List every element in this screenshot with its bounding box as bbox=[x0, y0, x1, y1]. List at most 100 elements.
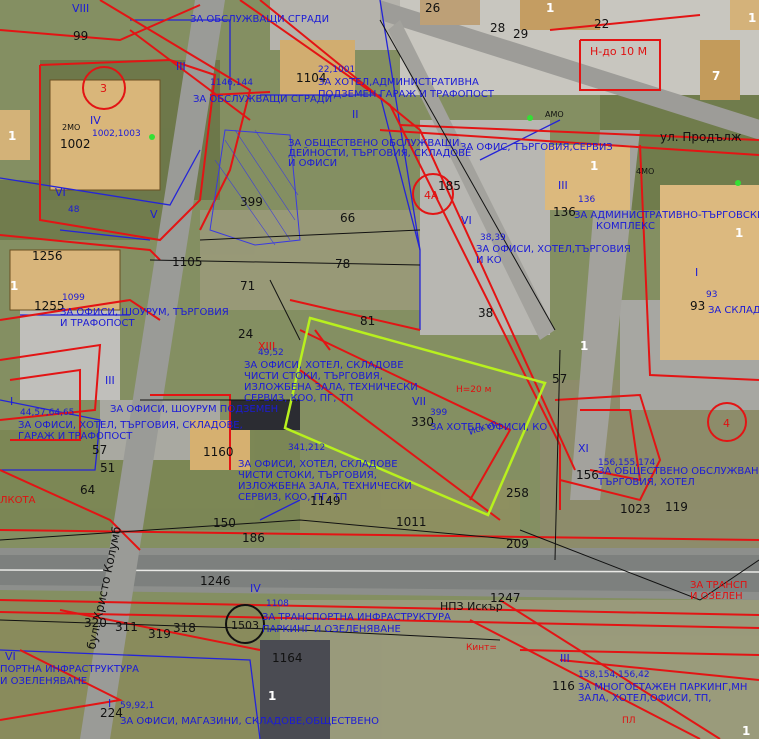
plot-number: 136 bbox=[553, 205, 576, 219]
zone-label: ПОДЗЕМЕН ГАРАЖ И ТРАФОПОСТ bbox=[318, 89, 495, 100]
small-note: 4МО bbox=[636, 167, 654, 176]
plot-number: 1 bbox=[8, 129, 16, 143]
zone-label: ТЪРГОВИЯ, ХОТЕЛ bbox=[597, 477, 695, 488]
zone-code: I bbox=[108, 697, 111, 710]
zone-code: VII bbox=[412, 395, 426, 408]
zone-label: ЗА ТРАНСПОРТНА ИНФРАСТРУКТУРА bbox=[262, 612, 451, 623]
parcel-ref: 22,1001 bbox=[318, 65, 355, 75]
small-note: ЛКОТА bbox=[0, 495, 36, 506]
zone-label: ЗА ТРАНСП bbox=[690, 580, 747, 591]
plot-number: 319 bbox=[148, 627, 171, 641]
zone-label: И ТРАФОПОСТ bbox=[60, 318, 135, 329]
plot-number: 64 bbox=[80, 483, 95, 497]
parcel-ref: 93 bbox=[706, 290, 717, 300]
cadastral-map[interactable]: 3 4А 4 1503 1002 1104 1256 1255 1105 116… bbox=[0, 0, 759, 739]
marker-1503: 1503 bbox=[231, 619, 259, 632]
plot-number: 156 bbox=[576, 468, 599, 482]
zone-label: ЧИСТИ СТОКИ, ТЪРГОВИЯ, bbox=[238, 470, 377, 481]
plot-number: 1256 bbox=[32, 249, 63, 263]
zone-label: ЗА СКЛАДОВЕ bbox=[708, 305, 759, 316]
plot-number: 38 bbox=[478, 306, 493, 320]
map-canvas: 3 4А 4 1503 1002 1104 1256 1255 1105 116… bbox=[0, 0, 759, 739]
plot-number: 1 bbox=[735, 226, 743, 240]
plot-number: 1002 bbox=[60, 137, 91, 151]
plot-number: 57 bbox=[92, 443, 107, 457]
zone-code: I bbox=[695, 266, 698, 279]
plot-number: 119 bbox=[665, 500, 688, 514]
zone-label: ЗА ОФИСИ, МАГАЗИНИ, СКЛАДОВЕ,ОБЩЕСТВЕНО bbox=[120, 716, 379, 727]
plot-number: 51 bbox=[100, 461, 115, 475]
small-note: Н=20 м bbox=[456, 385, 491, 395]
zone-code: III bbox=[558, 179, 568, 192]
zone-label: ГАРАЖ И ТРАФОПОСТ bbox=[18, 431, 133, 442]
plot-number: 209 bbox=[506, 537, 529, 551]
zone-label: ИЗЛОЖБЕНА ЗАЛА, ТЕХНИЧЕСКИ bbox=[238, 481, 412, 492]
plot-number: 66 bbox=[340, 211, 355, 225]
zone-label: ЗА ОФИСИ, ХОТЕЛ, СКЛАДОВЕ bbox=[244, 360, 404, 371]
parcel-ref: 1108 bbox=[266, 599, 289, 609]
plot-number: 186 bbox=[242, 531, 265, 545]
small-note: ПЛ bbox=[622, 716, 636, 726]
small-note: АМО bbox=[545, 110, 564, 119]
zone-label: И ОФИСИ bbox=[288, 158, 337, 169]
plot-number: 1164 bbox=[272, 651, 303, 665]
marker-3: 3 bbox=[100, 82, 107, 95]
plot-number: 1160 bbox=[203, 445, 234, 459]
plot-number: 185 bbox=[438, 179, 461, 193]
zone-code: VI bbox=[461, 214, 472, 227]
plot-number: 1 bbox=[546, 1, 554, 15]
plot-number: 1 bbox=[742, 724, 750, 738]
zone-label: ЗАЛА, ХОТЕЛ,ОФИСИ, ТП, bbox=[578, 693, 711, 704]
zone-label: ЧИСТИ СТОКИ, ТЪРГОВИЯ, bbox=[244, 371, 383, 382]
plot-number: 1246 bbox=[200, 574, 231, 588]
plot-number: 1011 bbox=[396, 515, 427, 529]
plot-number: 116 bbox=[552, 679, 575, 693]
small-note: 2МО bbox=[62, 123, 80, 132]
zone-code: XI bbox=[578, 442, 589, 455]
plot-number: 99 bbox=[73, 29, 88, 43]
zone-code: III bbox=[176, 60, 186, 73]
plot-number: 81 bbox=[360, 314, 375, 328]
zone-label: И ОЗЕЛЕНЯВАНЕ bbox=[0, 676, 87, 687]
parcel-ref: 1146,144 bbox=[210, 78, 253, 88]
plot-number: 26 bbox=[425, 1, 440, 15]
zone-label: ЗА ОФИСИ, ХОТЕЛ,ТЪРГОВИЯ bbox=[476, 244, 631, 255]
parcel-ref: 49,52 bbox=[258, 348, 284, 358]
plot-number: 71 bbox=[240, 279, 255, 293]
plot-number: 93 bbox=[690, 299, 705, 313]
parcel-ref: 341,212 bbox=[288, 443, 325, 453]
parcel-ref: 1099 bbox=[62, 293, 85, 303]
plot-number: 1 bbox=[590, 159, 598, 173]
plot-number: 1 bbox=[268, 689, 276, 703]
zone-label: ЗА ОФИСИ, ШОУРУМ ПОДЗЕМЕН bbox=[110, 404, 278, 415]
zone-label: ЗА ОБСЛУЖВАЩИ СГРАДИ bbox=[190, 14, 329, 25]
plot-number: 1 bbox=[10, 279, 18, 293]
marker-4: 4 bbox=[723, 417, 730, 430]
zone-code: VI bbox=[5, 650, 16, 663]
zone-label: СЕРВИЗ, КОО, ПГ, ТП bbox=[244, 393, 353, 404]
plot-number: 318 bbox=[173, 621, 196, 635]
zone-code: IV bbox=[250, 582, 261, 595]
zone-label: ИЗЛОЖБЕНА ЗАЛА, ТЕХНИЧЕСКИ bbox=[244, 382, 418, 393]
plot-number: 1105 bbox=[172, 255, 203, 269]
zone-label: ЗА ОФИСИ, ХОТЕЛ, ТЪРГОВИЯ, СКЛАДОВЕ, bbox=[18, 420, 243, 431]
zone-label: СЕРВИЗ, КОО, ПГ, ТП bbox=[238, 492, 347, 503]
marker-4a: 4А bbox=[424, 189, 439, 202]
zone-label: И ОЗЕЛЕН bbox=[690, 591, 743, 602]
street-name: ул. Продълж bbox=[660, 130, 742, 144]
zone-code: II bbox=[352, 108, 359, 121]
plot-number: 24 bbox=[238, 327, 253, 341]
zone-label: ЗА ОФИСИ, ШОУРУМ, ТЪРГОВИЯ bbox=[60, 307, 229, 318]
parcel-ref: 156,155,174 bbox=[598, 458, 656, 468]
zone-label: ПОРТНА ИНФРАСТРУКТУРА bbox=[0, 664, 139, 675]
plot-number: 1 bbox=[580, 339, 588, 353]
plot-number: 311 bbox=[115, 620, 138, 634]
zone-code: VIII bbox=[72, 2, 89, 15]
parcel-ref: 44,57,64,65 bbox=[20, 408, 74, 418]
parcel-ref: 59,92,1 bbox=[120, 701, 154, 711]
parcel-ref: 399 bbox=[430, 408, 447, 418]
plot-number: 150 bbox=[213, 516, 236, 530]
zone-code: VI bbox=[55, 186, 66, 199]
zone-code: IV bbox=[90, 114, 101, 127]
plot-number: 78 bbox=[335, 257, 350, 271]
